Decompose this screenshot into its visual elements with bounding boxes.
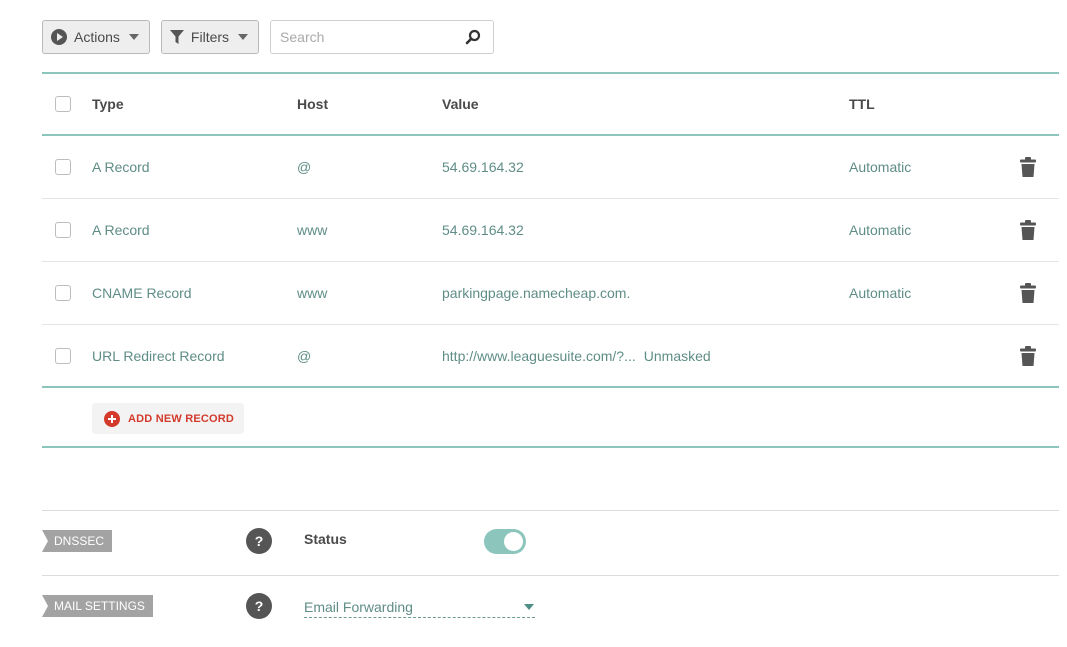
table-row: A Record www 54.69.164.32 Automatic [42,199,1059,262]
record-host[interactable]: @ [297,159,311,175]
question-icon[interactable]: ? [246,593,272,619]
toggle-knob [504,532,523,551]
column-header-ttl: TTL [849,96,875,112]
add-new-record-button[interactable]: ADD NEW RECORD [92,403,245,434]
record-value[interactable]: 54.69.164.32 [442,159,524,175]
toolbar: Actions Filters [42,20,495,54]
record-ttl[interactable]: Automatic [849,285,911,301]
record-ttl[interactable]: Automatic [849,159,911,175]
column-header-value: Value [442,96,479,112]
record-host[interactable]: www [297,285,327,301]
filters-label: Filters [190,29,230,45]
filters-button[interactable]: Filters [160,20,260,54]
record-value[interactable]: 54.69.164.32 [442,222,524,238]
trash-icon[interactable] [1020,283,1036,303]
mail-settings-tag: MAIL SETTINGS [42,595,153,617]
record-ttl[interactable]: Automatic [849,222,911,238]
record-value[interactable]: http://www.leaguesuite.com/?... [442,348,636,364]
dnssec-tag: DNSSEC [42,530,113,552]
mail-settings-selected: Email Forwarding [304,598,413,615]
dnssec-status-label: Status [304,531,347,547]
table-row: CNAME Record www parkingpage.namecheap.c… [42,262,1059,325]
caret-down-icon [128,34,139,40]
record-type[interactable]: A Record [92,159,150,175]
trash-icon[interactable] [1020,157,1036,177]
row-checkbox[interactable] [55,347,71,364]
column-header-type: Type [92,96,124,112]
record-type[interactable]: A Record [92,222,150,238]
mail-settings-section: MAIL SETTINGS ? Email Forwarding [42,575,1059,640]
dns-records-table: Type Host Value TTL A Record @ 54.69.164… [42,72,1059,448]
table-row: URL Redirect Record @ http://www.leagues… [42,325,1059,388]
magnifier-icon[interactable] [465,29,481,45]
row-checkbox[interactable] [55,222,71,238]
actions-label: Actions [74,29,120,45]
caret-down-icon [238,34,249,40]
dnssec-section: DNSSEC ? Status [42,510,1059,575]
select-all-checkbox[interactable] [55,96,71,112]
record-value[interactable]: parkingpage.namecheap.com. [442,285,630,301]
add-record-row: ADD NEW RECORD [42,388,1059,448]
redirect-mode[interactable]: Unmasked [644,348,711,364]
funnel-icon [169,29,184,44]
add-new-record-label: ADD NEW RECORD [128,412,235,425]
mail-settings-select[interactable]: Email Forwarding [304,596,535,618]
record-type[interactable]: URL Redirect Record [92,348,225,364]
dnssec-toggle[interactable] [484,529,526,554]
record-host[interactable]: www [297,222,327,238]
record-type[interactable]: CNAME Record [92,285,192,301]
table-row: A Record @ 54.69.164.32 Automatic [42,136,1059,199]
chevron-down-icon [524,603,534,610]
column-header-host: Host [297,96,329,112]
row-checkbox[interactable] [55,159,71,175]
trash-icon[interactable] [1020,220,1036,240]
plus-circle-icon [104,410,120,427]
trash-icon[interactable] [1020,345,1036,366]
search-box [270,20,495,54]
play-circle-icon [51,29,67,45]
search-input[interactable] [280,29,466,45]
actions-button[interactable]: Actions [42,20,150,54]
question-icon[interactable]: ? [246,528,272,554]
table-header: Type Host Value TTL [42,74,1059,136]
row-checkbox[interactable] [55,285,71,301]
record-host[interactable]: @ [297,348,311,364]
